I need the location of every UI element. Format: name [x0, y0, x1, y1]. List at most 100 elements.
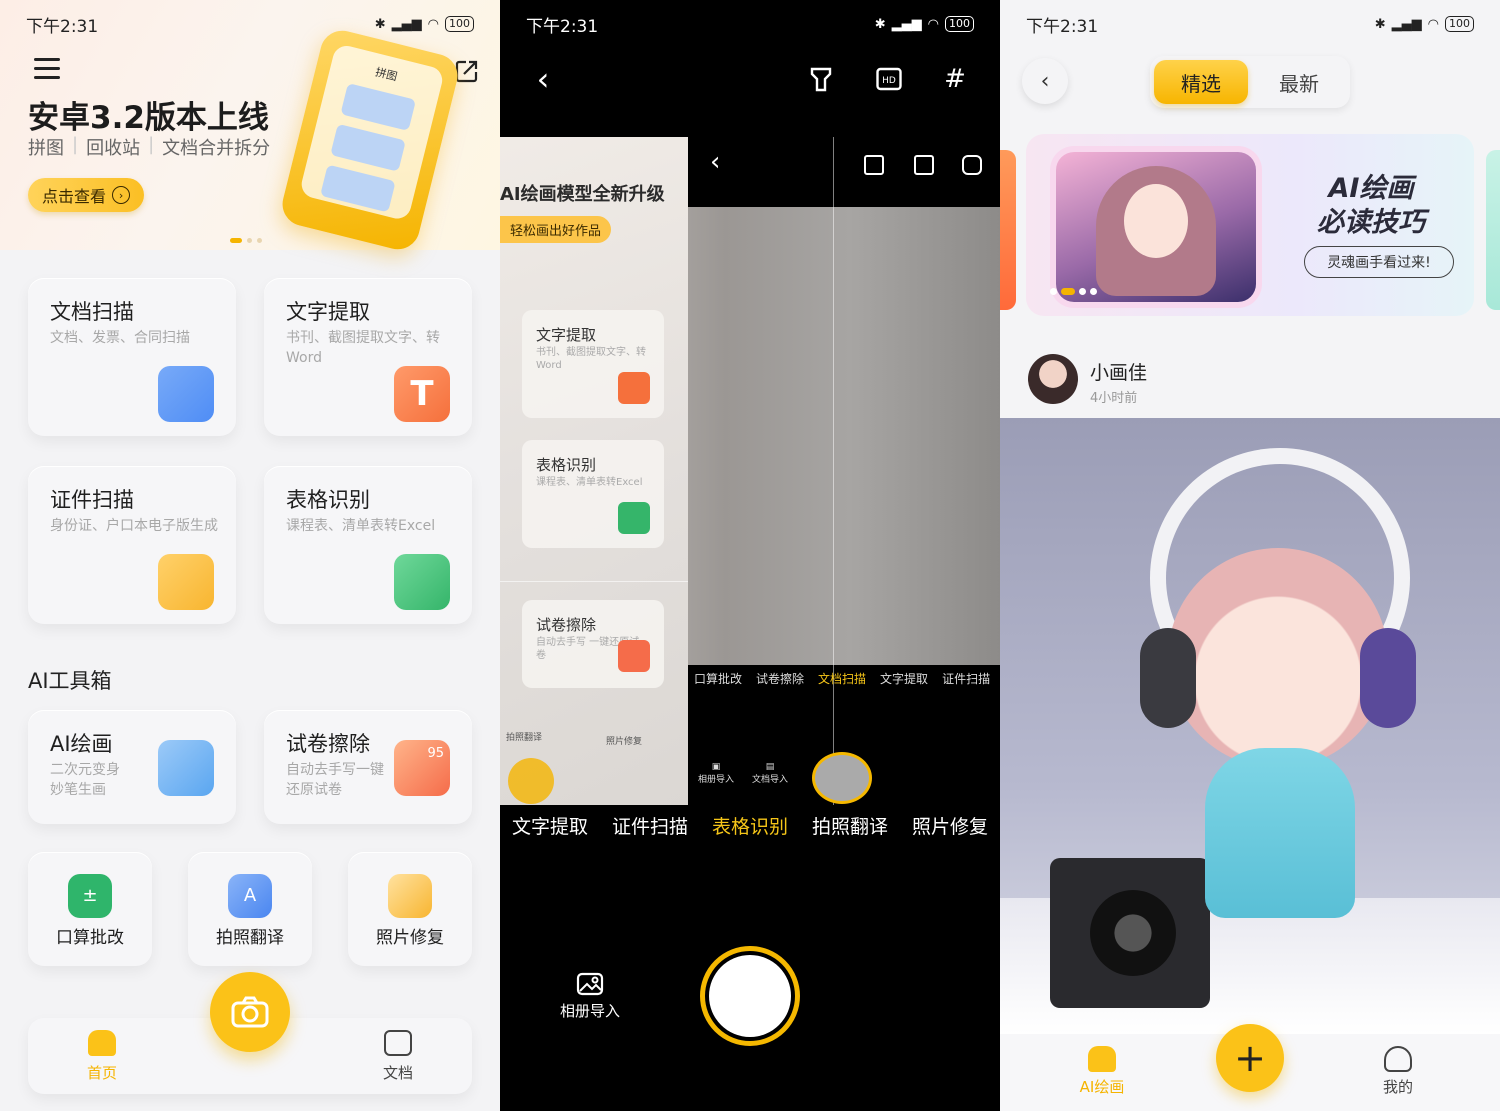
- photo-translate-card[interactable]: A 拍照翻译: [188, 852, 312, 966]
- menu-icon[interactable]: [34, 58, 60, 80]
- mini-mode-item: 证件扫描: [942, 672, 991, 686]
- status-time: 下午2:31: [26, 16, 99, 37]
- photo-repair-card[interactable]: 照片修复: [348, 852, 472, 966]
- signal-icon: ▂▄▆: [1391, 16, 1422, 32]
- mini-flashlight-icon: [864, 155, 884, 175]
- mode-text-extract[interactable]: 文字提取: [512, 812, 588, 839]
- wifi-icon: ◠: [927, 16, 939, 32]
- grid-icon[interactable]: #: [940, 64, 970, 94]
- mini-doc-import: ▤ 文档导入: [751, 762, 788, 785]
- mode-photo-repair[interactable]: 照片修复: [912, 812, 988, 839]
- ghost-small-repair: 照片修复: [606, 737, 643, 747]
- table-icon: [618, 502, 650, 534]
- document-scan-icon: [158, 366, 214, 422]
- ai-toolbox-title: AI工具箱: [28, 669, 112, 693]
- shutter-button[interactable]: [700, 946, 800, 1046]
- tab-docs-label: 文档: [382, 1064, 413, 1082]
- share-icon[interactable]: [454, 58, 480, 84]
- status-bar: 下午2:31 ✱ ▂▄▆ ◠ 100: [26, 12, 474, 37]
- table-recognition-card[interactable]: 表格识别 课程表、清单表转Excel: [264, 466, 472, 624]
- tab-ai-painting[interactable]: AI绘画: [1062, 1046, 1142, 1097]
- calculator-icon: ±: [68, 874, 112, 918]
- banner-pagination: [1050, 288, 1097, 295]
- mini-album-import: ▣ 相册导入: [697, 762, 734, 785]
- ai-painting-card[interactable]: AI绘画 二次元变身妙笔生画: [28, 710, 236, 824]
- ghost-card: 表格识别 课程表、清单表转Excel: [522, 440, 664, 548]
- ghost-card: 试卷擦除 自动去手写 一键还原试卷: [522, 600, 664, 688]
- mini-scan-icon: [962, 155, 982, 175]
- mini-hd-icon: [914, 155, 934, 175]
- mini-mode-item-active: 文档扫描: [818, 672, 867, 686]
- table-icon: [394, 554, 450, 610]
- ghost-card-title: 文字提取: [536, 326, 597, 344]
- exam-erase-icon: [618, 640, 650, 672]
- mode-photo-translate[interactable]: 拍照翻译: [812, 812, 888, 839]
- back-icon[interactable]: ‹: [528, 60, 558, 98]
- banner-title: AI绘画 必读技巧: [1296, 172, 1446, 240]
- ghost-small-translate: 拍照翻译: [506, 733, 543, 743]
- girl-head-illustration: [1168, 548, 1388, 768]
- mini-mode-item: 试卷擦除: [756, 672, 805, 686]
- ghost-card: 文字提取 书刊、截图提取文字、转Word: [522, 310, 664, 418]
- tab-docs[interactable]: 文档: [358, 1030, 438, 1083]
- svg-text:HD: HD: [882, 76, 896, 86]
- avatar[interactable]: [1028, 354, 1078, 404]
- feature-recycle-bin: 回收站: [86, 138, 141, 159]
- chevron-left-icon: ‹: [1040, 68, 1050, 94]
- ghost-banner-pill: 轻松画出好作品: [500, 216, 612, 243]
- banner-title-line2: 必读技巧: [1317, 207, 1425, 238]
- home-icon: [88, 1030, 116, 1056]
- status-time: 下午2:31: [526, 16, 599, 37]
- mini-shutter: [812, 752, 872, 804]
- doc-scan-card[interactable]: 文档扫描 文档、发票、合同扫描: [28, 278, 236, 436]
- flashlight-icon[interactable]: [806, 64, 836, 94]
- post-artwork-image[interactable]: [1000, 418, 1500, 1034]
- ghost-banner-title: AI绘画模型全新升级: [500, 184, 665, 205]
- card-title: 口算批改: [56, 928, 124, 948]
- id-scan-card[interactable]: 证件扫描 身份证、户口本电子版生成: [28, 466, 236, 624]
- create-button[interactable]: +: [1216, 1024, 1284, 1092]
- anime-girl-image: [1056, 152, 1256, 302]
- mini-mode-item: 口算批改: [694, 672, 743, 686]
- home-screen: 下午2:31 ✱ ▂▄▆ ◠ 100 拼图 安卓3.2版本上线 拼图 | 回收站 |…: [0, 0, 500, 1111]
- card-desc: 书刊、截图提取文字、转Word: [286, 330, 440, 366]
- wifi-icon: ◠: [427, 16, 439, 32]
- tab-featured[interactable]: 精选: [1154, 60, 1248, 104]
- back-button[interactable]: ‹: [1022, 58, 1068, 104]
- hd-icon[interactable]: HD: [874, 64, 904, 94]
- banner-pill: 灵魂画手看过来!: [1304, 246, 1454, 278]
- view-now-label: 点击查看: [42, 187, 107, 206]
- view-now-button[interactable]: 点击查看 ›: [28, 178, 145, 212]
- girl-dress-illustration: [1205, 748, 1355, 918]
- camera-button[interactable]: [210, 972, 290, 1052]
- camera-icon: [231, 996, 269, 1028]
- card-title: AI绘画: [50, 732, 113, 756]
- ai-painting-screen: 下午2:31 ✱ ▂▄▆ ◠ 100 ‹ 精选 最新 AI绘画 必读技巧 灵魂画…: [1000, 0, 1500, 1111]
- exam-erase-card[interactable]: 试卷擦除 自动去手写一键还原试卷 95: [264, 710, 472, 824]
- status-icons: ✱ ▂▄▆ ◠ 100: [875, 16, 974, 32]
- tab-home-label: 首页: [86, 1064, 117, 1082]
- mini-mode-item: 文字提取: [880, 672, 929, 686]
- album-import-button[interactable]: 相册导入: [558, 972, 622, 1021]
- banner-pagination: [230, 238, 262, 243]
- arrow-right-icon: ›: [112, 186, 131, 204]
- bluetooth-icon: ✱: [1374, 16, 1386, 32]
- plus-icon: +: [1234, 1036, 1266, 1080]
- user-name[interactable]: 小画佳: [1090, 358, 1147, 385]
- mental-math-card[interactable]: ± 口算批改: [28, 852, 152, 966]
- card-title: 文字提取: [286, 300, 370, 324]
- folder-icon: [384, 1030, 412, 1056]
- tab-ai-label: AI绘画: [1079, 1078, 1125, 1096]
- speaker-illustration: [1050, 858, 1210, 1008]
- score-badge: 95: [427, 746, 444, 761]
- mode-id-scan[interactable]: 证件扫描: [612, 812, 688, 839]
- card-desc: 自动去手写一键还原试卷: [286, 762, 384, 798]
- signal-icon: ▂▄▆: [391, 16, 422, 32]
- mini-mode-selector: 口算批改 试卷擦除 文档扫描 文字提取 证件扫描: [688, 670, 1000, 687]
- tab-mine[interactable]: 我的: [1358, 1046, 1438, 1097]
- mode-table-recognition[interactable]: 表格识别: [712, 812, 788, 839]
- exam-erase-icon: 95: [394, 740, 450, 796]
- text-extract-card[interactable]: 文字提取 书刊、截图提取文字、转Word T: [264, 278, 472, 436]
- tab-home[interactable]: 首页: [62, 1030, 142, 1083]
- tab-latest[interactable]: 最新: [1252, 60, 1346, 104]
